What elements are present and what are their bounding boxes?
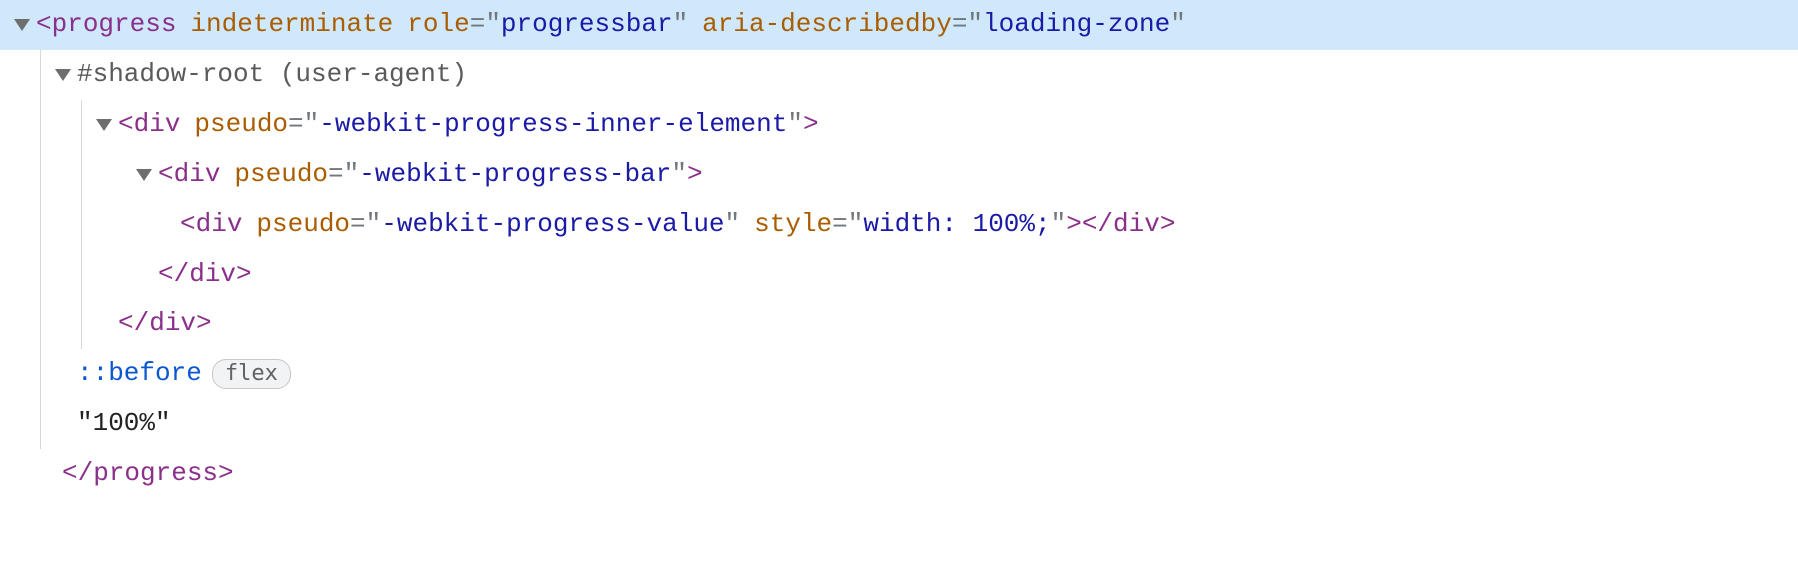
angle-open: < (158, 150, 174, 200)
dom-tree-row[interactable]: "100%" (0, 399, 1798, 449)
angle-close: > (1160, 200, 1176, 250)
equals: = (288, 100, 304, 150)
dom-tree-row[interactable]: </div> (0, 299, 1798, 349)
angle-open: < (180, 200, 196, 250)
dom-tree-row[interactable]: </progress> (0, 449, 1798, 499)
attr-name: pseudo (256, 200, 350, 250)
closing-tag: div (189, 250, 236, 300)
closing-tag: div (1113, 200, 1160, 250)
equals: = (952, 0, 968, 50)
angle-open: </ (118, 299, 149, 349)
attr-name: pseudo (234, 150, 328, 200)
quote: " (671, 150, 687, 200)
quote: " (673, 0, 689, 50)
attr-name: style (754, 200, 832, 250)
expand-toggle-icon[interactable] (136, 169, 152, 181)
quote: " (304, 100, 320, 150)
attr-value: -webkit-progress-value (381, 200, 724, 250)
angle-open: </ (158, 250, 189, 300)
equals: = (328, 150, 344, 200)
tag-name: div (174, 150, 221, 200)
angle-close: > (236, 250, 252, 300)
dom-tree-row[interactable]: ::before flex (0, 349, 1798, 399)
equals: = (832, 200, 848, 250)
angle-close: > (803, 100, 819, 150)
shadow-root-label: #shadow-root (user-agent) (77, 50, 467, 100)
angle-open: </ (1082, 200, 1113, 250)
angle-close: > (218, 449, 234, 499)
quote: " (967, 0, 983, 50)
quote: " (344, 150, 360, 200)
attr-value: -webkit-progress-bar (359, 150, 671, 200)
pseudo-element: ::before (77, 349, 202, 399)
attr-value: -webkit-progress-inner-element (319, 100, 787, 150)
attr-value: loading-zone (983, 0, 1170, 50)
tag-name: div (196, 200, 243, 250)
angle-open: < (36, 0, 52, 50)
dom-tree-row[interactable]: </div> (0, 250, 1798, 300)
attr-value: width: 100%; (863, 200, 1050, 250)
equals: = (350, 200, 366, 250)
expand-toggle-icon[interactable] (55, 69, 71, 81)
angle-close: > (196, 299, 212, 349)
dom-tree-row[interactable]: <div pseudo="-webkit-progress-inner-elem… (0, 100, 1798, 150)
attr-name: aria-describedby (702, 0, 952, 50)
dom-tree-row[interactable]: <div pseudo="-webkit-progress-value" sty… (0, 200, 1798, 250)
dom-tree-row-selected[interactable]: <progress indeterminate role="progressba… (0, 0, 1798, 50)
text-node: "100%" (77, 399, 171, 449)
attr-name: pseudo (194, 100, 288, 150)
tag-name: progress (52, 0, 177, 50)
quote: " (1051, 200, 1067, 250)
closing-tag: div (149, 299, 196, 349)
attr-value: progressbar (501, 0, 673, 50)
angle-close: > (1066, 200, 1082, 250)
angle-close: > (687, 150, 703, 200)
angle-open: </ (62, 449, 93, 499)
quote: " (848, 200, 864, 250)
quote: " (485, 0, 501, 50)
equals: = (470, 0, 486, 50)
dom-tree-row[interactable]: <div pseudo="-webkit-progress-bar"> (0, 150, 1798, 200)
expand-toggle-icon[interactable] (96, 119, 112, 131)
tag-name: div (134, 100, 181, 150)
attr-name: role (407, 0, 469, 50)
attr-name: indeterminate (190, 0, 393, 50)
closing-tag: progress (93, 449, 218, 499)
quote: " (787, 100, 803, 150)
display-badge: flex (212, 359, 291, 389)
quote: " (725, 200, 741, 250)
expand-toggle-icon[interactable] (14, 19, 30, 31)
quote: " (366, 200, 382, 250)
quote: " (1170, 0, 1186, 50)
angle-open: < (118, 100, 134, 150)
dom-tree-row[interactable]: #shadow-root (user-agent) (0, 50, 1798, 100)
